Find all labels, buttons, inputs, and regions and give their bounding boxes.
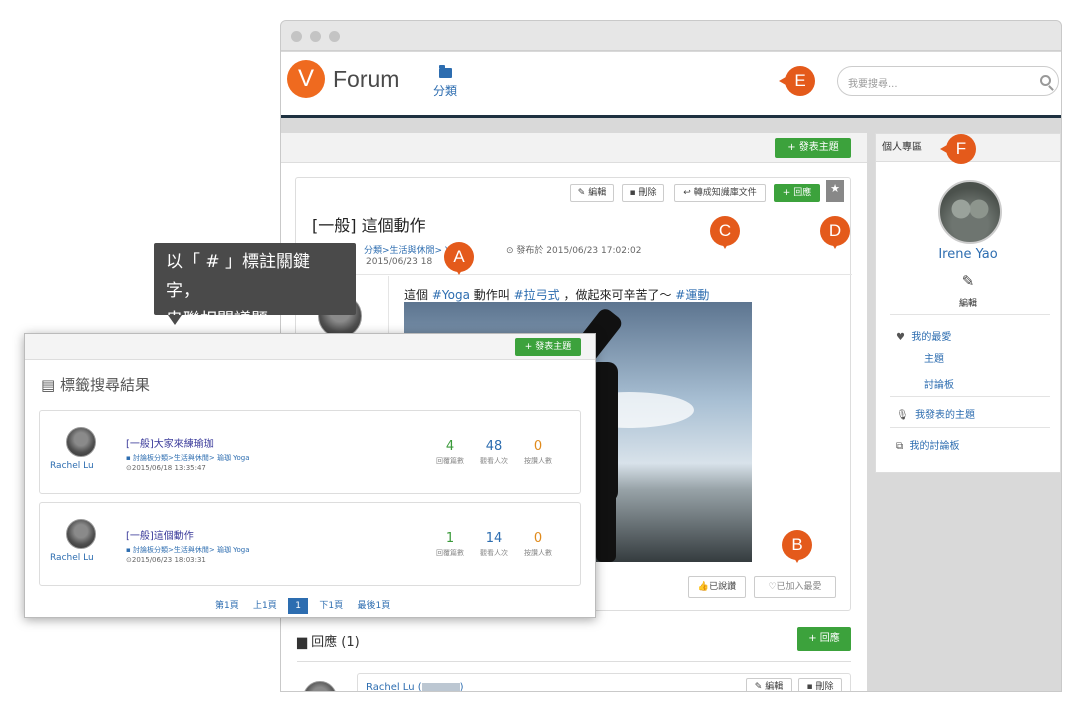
category-label: 分類 (433, 84, 458, 98)
logo-text[interactable]: Forum (333, 66, 399, 93)
reply-delete-button[interactable]: ▪ 刪除 (798, 678, 842, 691)
window-minimize-dot[interactable] (310, 31, 321, 42)
convert-to-kb-button[interactable]: ↩ 轉成知識庫文件 (674, 184, 766, 202)
pencil-icon[interactable]: ✎ (876, 272, 1060, 290)
result-time: ⊙2015/06/23 18:03:31 (126, 556, 206, 564)
page-next-link[interactable]: 下1頁 (319, 601, 343, 611)
result-avatar[interactable] (66, 427, 96, 457)
profile-edit-label[interactable]: 編輯 (876, 296, 1060, 309)
hashtag-lagongshi[interactable]: #拉弓式 (514, 288, 560, 302)
silhouette-leg (596, 492, 616, 562)
tag-search-popup: + 發表主題 ▤ 標籤搜尋結果 Rachel Lu [一般]大家來練瑜珈 ▪ 討… (24, 333, 596, 618)
sidebar-item-topics[interactable]: 主題 (924, 350, 944, 365)
popup-toolbar: + 發表主題 (25, 334, 595, 360)
copy-icon: ⧉ (896, 441, 904, 452)
result-path[interactable]: ▪ 討論板分類>生活與休閒> 瑜珈 Yoga (126, 453, 250, 463)
result-time: ⊙2015/06/18 13:35:47 (126, 464, 206, 472)
result-card[interactable]: Rachel Lu [一般]這個動作 ▪ 討論板分類>生活與休閒> 瑜珈 Yog… (39, 502, 581, 586)
hashtag-tooltip: 以「 # 」標註關鍵字， 串聯相關議題 (154, 243, 356, 330)
result-avatar[interactable] (66, 519, 96, 549)
result-replies: 4 回覆篇數 (436, 439, 464, 465)
result-likes: 0 按讚人數 (524, 439, 552, 465)
tooltip-line-1: 以「 # 」標註關鍵字， (166, 252, 311, 301)
window-close-dot[interactable] (291, 31, 302, 42)
window-titlebar (281, 21, 1061, 51)
top-navbar: V Forum 分類 我要搜尋... (281, 52, 1061, 118)
profile-sidebar: 個人專區 Irene Yao ✎ 編輯 ♥ 我的最愛 主題 討論板 🎙 我發表的… (875, 133, 1061, 473)
replies-header: ▆ 回應 (1) (297, 635, 360, 650)
sidebar-item-my-boards[interactable]: ⧉ 我的討論板 (896, 437, 960, 452)
popup-new-topic-button[interactable]: + 發表主題 (515, 338, 581, 356)
marker-f: F (940, 134, 976, 164)
post-body: 這個 #Yoga 動作叫 #拉弓式 ，做起來可辛苦了～ #運動 (404, 288, 710, 302)
marker-b: B (782, 530, 812, 563)
pagination: 第1頁 上1頁 1 下1頁 最後1頁 (215, 598, 390, 614)
result-likes: 0 按讚人數 (524, 531, 552, 557)
window-maximize-dot[interactable] (329, 31, 340, 42)
folder-icon (439, 65, 452, 78)
sidebar-item-my-topics[interactable]: 🎙 我發表的主題 (896, 406, 975, 421)
edit-button[interactable]: ✎ 編輯 (570, 184, 614, 202)
result-views: 48 觀看人次 (480, 439, 508, 465)
liked-button[interactable]: 👍已說讚 (688, 576, 746, 598)
reply-bottom-button[interactable]: + 回應 (797, 627, 851, 651)
reply-author-name[interactable]: Rachel Lu () (366, 682, 464, 691)
bookmark-star-icon[interactable]: ★ (826, 180, 844, 202)
result-replies: 1 回覆篇數 (436, 531, 464, 557)
result-title[interactable]: [一般]大家來練瑜珈 (126, 435, 214, 450)
document-icon: ▤ (41, 376, 56, 394)
logo-icon[interactable]: V (287, 60, 325, 98)
marker-a: A (444, 242, 474, 275)
post-title: [一般] 這個動作 (312, 216, 426, 235)
reply-panel: Rachel Lu () ✎ 編輯 ▪ 刪除 (357, 673, 851, 691)
post-updated-time: 2015/06/23 18 (366, 257, 433, 267)
divider (890, 396, 1050, 397)
result-author[interactable]: Rachel Lu (50, 553, 94, 563)
reply-edit-button[interactable]: ✎ 編輯 (746, 678, 792, 691)
hashtag-exercise[interactable]: #運動 (675, 288, 709, 302)
result-views: 14 觀看人次 (480, 531, 508, 557)
profile-avatar[interactable] (938, 180, 1002, 244)
profile-name[interactable]: Irene Yao (876, 247, 1060, 262)
sidebar-item-boards[interactable]: 討論板 (924, 376, 954, 391)
hashtag-yoga[interactable]: #Yoga (432, 288, 470, 302)
result-path[interactable]: ▪ 討論板分類>生活與休閒> 瑜珈 Yoga (126, 545, 250, 555)
marker-d: D (820, 216, 850, 249)
content-toolbar: + 發表主題 (281, 133, 867, 163)
favorited-button[interactable]: ♡已加入最愛 (754, 576, 836, 598)
tooltip-line-2: 串聯相關議題 (166, 310, 268, 330)
delete-button[interactable]: ▪ 刪除 (622, 184, 664, 202)
new-topic-button[interactable]: + 發表主題 (775, 138, 851, 158)
divider (297, 661, 851, 662)
sidebar-item-favorites[interactable]: ♥ 我的最愛 (896, 328, 951, 343)
divider (296, 274, 852, 275)
marker-c: C (710, 216, 740, 249)
post-published-time: ⊙ 發布於 2015/06/23 17:02:02 (506, 246, 642, 256)
page-last-link[interactable]: 最後1頁 (357, 601, 390, 611)
heart-icon: ♥ (896, 332, 905, 343)
microphone-icon: 🎙 (896, 410, 909, 421)
result-author[interactable]: Rachel Lu (50, 461, 94, 471)
search-input[interactable]: 我要搜尋... (837, 66, 1059, 96)
popup-title: ▤ 標籤搜尋結果 (41, 376, 150, 394)
page-current[interactable]: 1 (288, 598, 308, 614)
reply-button[interactable]: + 回應 (774, 184, 820, 202)
search-icon[interactable] (1040, 75, 1051, 86)
search-placeholder: 我要搜尋... (848, 79, 898, 90)
result-title[interactable]: [一般]這個動作 (126, 527, 194, 542)
result-card[interactable]: Rachel Lu [一般]大家來練瑜珈 ▪ 討論板分類>生活與休閒> 瑜珈 Y… (39, 410, 581, 494)
page-first-link[interactable]: 第1頁 (215, 601, 239, 611)
page-prev-link[interactable]: 上1頁 (253, 601, 277, 611)
divider (890, 427, 1050, 428)
divider (890, 314, 1050, 315)
marker-e: E (779, 66, 815, 96)
